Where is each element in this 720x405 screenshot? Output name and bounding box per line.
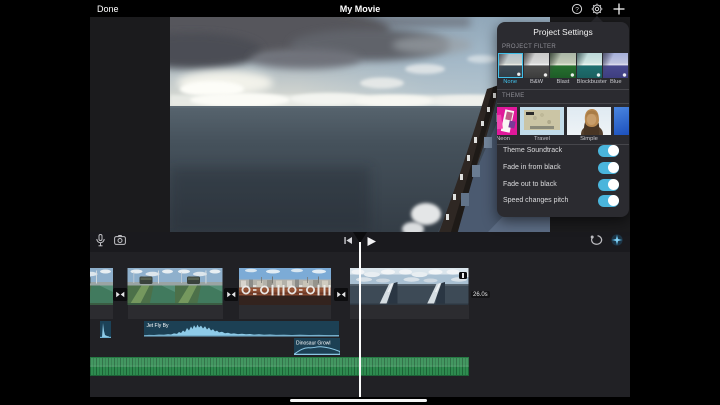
svg-text:?: ? <box>575 6 579 13</box>
svg-text:Jet Fly By: Jet Fly By <box>147 323 169 329</box>
svg-text:Dinosaur Growl: Dinosaur Growl <box>296 340 330 346</box>
